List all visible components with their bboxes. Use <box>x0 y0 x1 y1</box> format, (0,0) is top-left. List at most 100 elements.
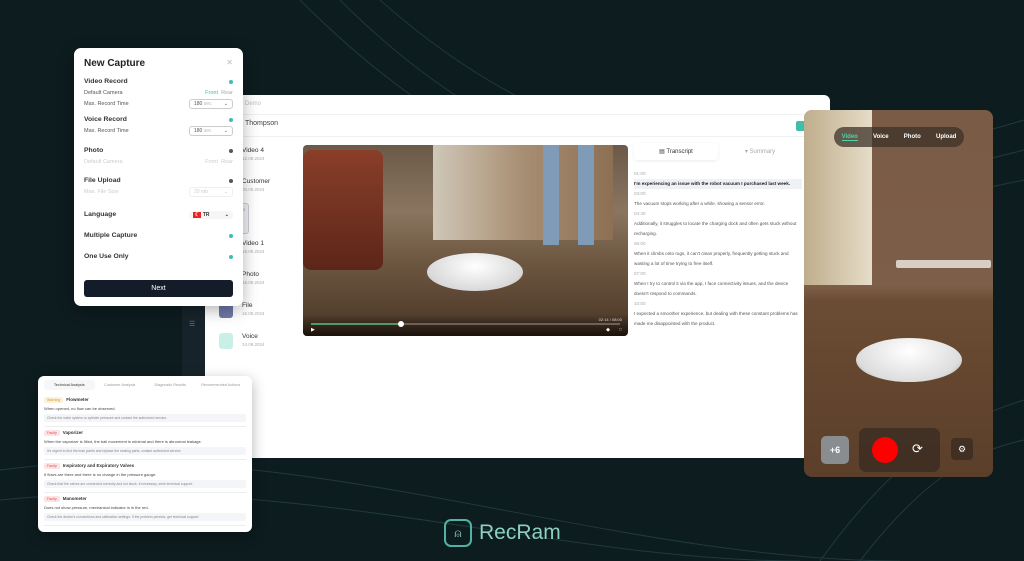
record-button[interactable] <box>872 437 898 463</box>
camera-front-option[interactable]: Front <box>205 159 218 165</box>
status-badge: Faulty <box>44 496 60 502</box>
analysis-item: Warning Flowmeter When opened, no flow can… <box>44 394 246 427</box>
fullscreen-icon[interactable]: □ <box>619 327 622 333</box>
modal-title: New Capture <box>84 58 146 69</box>
settings-icon[interactable]: ⚙ <box>951 438 973 460</box>
multiple-capture-toggle[interactable] <box>229 233 233 238</box>
mode-tab[interactable]: Video <box>841 134 858 141</box>
close-icon[interactable]: ✕ <box>226 58 233 67</box>
item-date: 12.09.2024 <box>242 156 265 161</box>
item-title: Inspiratory and Expiratory Valves <box>62 463 135 468</box>
item-title: Flowmeter <box>66 397 89 402</box>
select-value: 180 <box>194 100 203 107</box>
analysis-tab[interactable]: Customer Analysis <box>95 380 146 390</box>
sofa <box>303 150 383 270</box>
file-size-select[interactable]: 20 mb ⌄ <box>189 186 233 197</box>
chevron-down-icon: ⌄ <box>223 188 228 195</box>
file-upload-toggle[interactable] <box>229 178 233 183</box>
camera-rear-option[interactable]: Rear <box>221 159 233 165</box>
robot-vacuum <box>856 338 962 382</box>
tab-label: Summary <box>749 148 776 155</box>
capture-mode-tabs: Video Voice Photo Upload <box>834 127 964 147</box>
item-title: Vaporizer <box>62 430 84 435</box>
item-description: When opened, no flow can be observed. <box>44 406 116 411</box>
mode-tab[interactable]: Voice <box>873 134 889 140</box>
item-label: Voice <box>242 333 258 340</box>
language-select[interactable]: ☾ TR ⌄ <box>189 210 233 219</box>
video-player[interactable]: 02:14 / 08:00 ▶ ◆ □ <box>303 145 628 336</box>
analysis-item: Faulty Manometer Does not show pressure, m… <box>44 493 246 526</box>
item-date: 20.09.2024 <box>242 187 265 192</box>
select-value: 180 <box>194 127 203 134</box>
photo-toggle[interactable] <box>229 148 233 153</box>
voice-record-toggle[interactable] <box>229 117 233 122</box>
video-record-toggle[interactable] <box>229 79 233 84</box>
item-date: 14.09.2024 <box>242 342 265 347</box>
select-value: 20 mb <box>194 188 208 195</box>
transcript-text: When I try to control it via the app, I … <box>634 281 789 296</box>
transcript-time: 04:30 <box>634 211 646 216</box>
brand-logo: ⍝ RecRam <box>444 519 561 547</box>
item-label: Customer <box>242 178 271 185</box>
item-recommendation: It's urgent to find the leak points and … <box>44 447 246 455</box>
photo-label: Photo <box>84 147 104 154</box>
transcript-text: The vacuum stops working after a while, … <box>634 201 765 206</box>
breadcrumb[interactable]: Demo <box>205 95 830 115</box>
analysis-card: Technical Analysis Customer Analysis Diagn… <box>38 376 252 532</box>
logo-icon: ⍝ <box>444 519 472 547</box>
switch-camera-icon[interactable]: ⟳ <box>912 441 923 457</box>
transcript-time: 01:00 <box>634 171 646 176</box>
chevron-down-icon: ⌄ <box>224 211 229 218</box>
item-label: Photo <box>242 271 259 278</box>
transcript-text: Additionally, it struggles to locate the… <box>634 221 797 236</box>
new-capture-modal: New Capture ✕ Video Record Default Camer… <box>74 48 243 306</box>
person-leg <box>543 145 559 245</box>
mode-tab[interactable]: Upload <box>936 134 956 140</box>
transcript-text: When it climbs onto rugs, it can't clean… <box>634 251 789 266</box>
voice-time-select[interactable]: 180 sec ⌄ <box>189 125 233 136</box>
item-date: 16.09.2024 <box>242 249 265 254</box>
item-recommendation: Check that the valves are connected corr… <box>44 480 246 488</box>
analysis-tab[interactable]: Technical Analysis <box>44 380 95 390</box>
progress-knob[interactable] <box>397 321 404 327</box>
transcript-time: 10:00 <box>634 301 646 306</box>
analysis-item: Faulty Vaporizer When the vaporizer is fil… <box>44 427 246 460</box>
status-badge: Warning <box>44 397 64 403</box>
file-upload-label: File Upload <box>84 177 121 184</box>
tab-transcript[interactable]: ▤ Transcript <box>634 142 718 160</box>
analysis-item: Faulty Inspiratory and Expiratory Valves I… <box>44 460 246 493</box>
camera-front-option[interactable]: Front <box>205 90 218 96</box>
camera-rear-option[interactable]: Rear <box>221 90 233 96</box>
analysis-tab[interactable]: Diagnostic Results <box>145 380 196 390</box>
volume-icon[interactable]: ◆ <box>606 327 610 333</box>
one-use-only-label: One Use Only <box>84 253 129 260</box>
transcript-text: I'm experiencing an issue with the robot… <box>634 179 802 189</box>
menu-icon[interactable]: ☰ <box>189 320 195 328</box>
progress-bar[interactable] <box>311 321 620 327</box>
next-button[interactable]: Next <box>84 280 233 297</box>
item-description: When the vaporizer is filled, the ball m… <box>44 439 202 444</box>
brand-name: RecRam <box>479 521 561 544</box>
list-item[interactable]: Voice 14.09.2024 <box>205 327 300 358</box>
status-badge: Faulty <box>44 463 60 469</box>
chevron-down-icon: ⌄ <box>223 100 228 107</box>
transcript-time: 06:00 <box>634 241 646 246</box>
multiple-capture-label: Multiple Capture <box>84 232 138 239</box>
table <box>896 260 991 268</box>
avatar-group[interactable]: +6 <box>821 436 849 464</box>
default-camera-label: Default Camera <box>84 158 123 165</box>
analysis-tab[interactable]: Recommended Actions <box>196 380 247 390</box>
item-description: If flows are there and there is no chang… <box>44 472 157 477</box>
tab-summary[interactable]: ▾ Summary <box>718 143 802 160</box>
item-label: File <box>242 302 253 309</box>
one-use-only-toggle[interactable] <box>229 254 233 259</box>
tab-label: Transcript <box>666 148 693 155</box>
max-file-size-label: Max. File Size <box>84 188 119 195</box>
video-controls <box>303 314 628 336</box>
mode-tab[interactable]: Photo <box>904 134 921 140</box>
video-time-select[interactable]: 180 sec ⌄ <box>189 98 233 109</box>
play-icon[interactable]: ▶ <box>311 327 315 333</box>
item-title: Manometer <box>62 496 87 501</box>
language-label: Language <box>84 211 117 218</box>
select-value: TR <box>202 211 210 218</box>
